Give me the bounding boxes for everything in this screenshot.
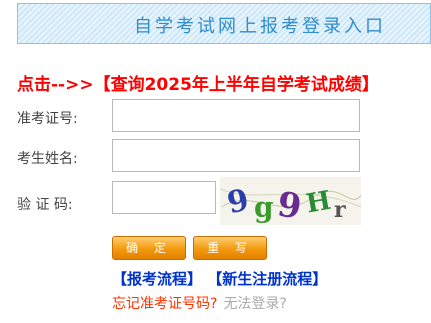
name-input[interactable] — [112, 139, 360, 172]
svg-text:H: H — [304, 186, 333, 220]
captcha-input[interactable] — [112, 181, 216, 214]
captcha-graphic: 9 g 9 H r — [220, 177, 361, 225]
exam-id-input[interactable] — [112, 99, 360, 132]
svg-text:g: g — [254, 191, 274, 224]
process-links: 【报考流程】 【新生注册流程】 — [112, 268, 327, 289]
exam-process-link[interactable]: 【报考流程】 — [112, 270, 202, 288]
cannot-login-link[interactable]: 无法登录? — [223, 296, 286, 312]
name-label: 考生姓名: — [17, 151, 78, 167]
svg-text:r: r — [334, 197, 346, 223]
captcha-label: 验 证 码: — [17, 197, 73, 213]
score-query-link[interactable]: 点击-->>【查询2025年上半年自学考试成绩】 — [17, 70, 379, 95]
captcha-image[interactable]: 9 g 9 H r — [220, 177, 361, 225]
new-student-register-link[interactable]: 【新生注册流程】 — [207, 270, 327, 288]
help-links: 忘记准考证号码? 无法登录? — [112, 293, 287, 313]
confirm-button[interactable]: 确 定 — [112, 236, 186, 260]
header-banner: 自学考试网上报考登录入口 — [17, 3, 431, 44]
header-title: 自学考试网上报考登录入口 — [134, 16, 386, 37]
exam-id-label: 准考证号: — [17, 111, 78, 127]
forgot-id-link[interactable]: 忘记准考证号码? — [112, 296, 217, 312]
rewrite-button[interactable]: 重 写 — [193, 236, 267, 260]
